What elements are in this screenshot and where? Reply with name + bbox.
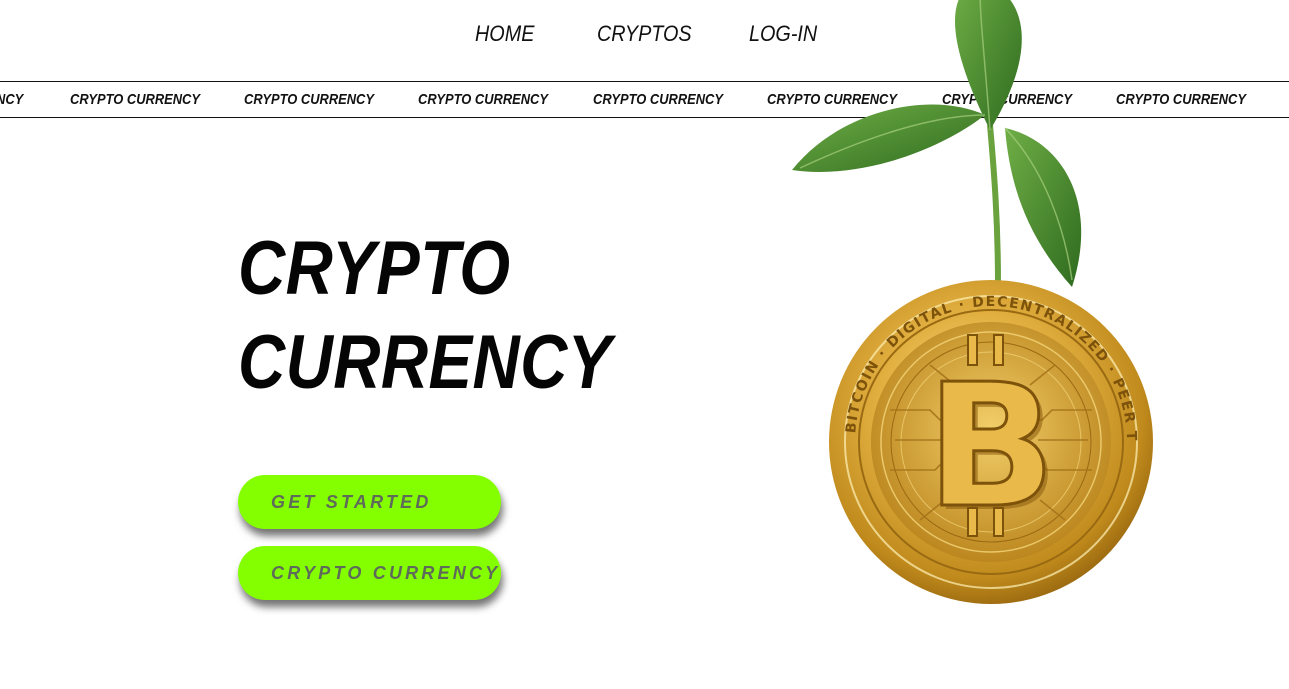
leaf-shape	[792, 104, 985, 172]
ticker-item: NCY	[0, 91, 24, 108]
nav-cryptos-link[interactable]: CRYPTOS	[597, 21, 692, 47]
hero-title: CRYPTO CURRENCY	[238, 222, 612, 410]
bitcoin-symbol: B	[926, 348, 1056, 546]
bitcoin-coin: B B BITCOIN · DIGITAL · DECENTRALIZED · …	[780, 0, 1153, 604]
ticker-item: CRYPTO CURRENCY	[593, 91, 723, 108]
get-started-label: GET STARTED	[271, 492, 432, 512]
hero-title-line2: CURRENCY	[238, 320, 612, 405]
get-started-button[interactable]: GET STARTED	[238, 475, 501, 529]
crypto-currency-button[interactable]: CRYPTO CURRENCY	[238, 546, 501, 600]
landing-page: HOME CRYPTOS LOG-IN NCY CRYPTO CURRENCY …	[0, 0, 1289, 689]
crypto-currency-label: CRYPTO CURRENCY	[271, 563, 501, 583]
ticker-item: CRYPTO CURRENCY	[70, 91, 200, 108]
nav-home-link[interactable]: HOME	[475, 21, 534, 47]
sprout-stem	[987, 124, 1001, 286]
ticker-item: CRYPTO CURRENCY	[418, 91, 548, 108]
hero-title-line1: CRYPTO	[238, 226, 511, 311]
ticker-item: CRYPTO CURRENCY	[244, 91, 374, 108]
bitcoin-sprout-image: B B BITCOIN · DIGITAL · DECENTRALIZED · …	[780, 0, 1153, 604]
